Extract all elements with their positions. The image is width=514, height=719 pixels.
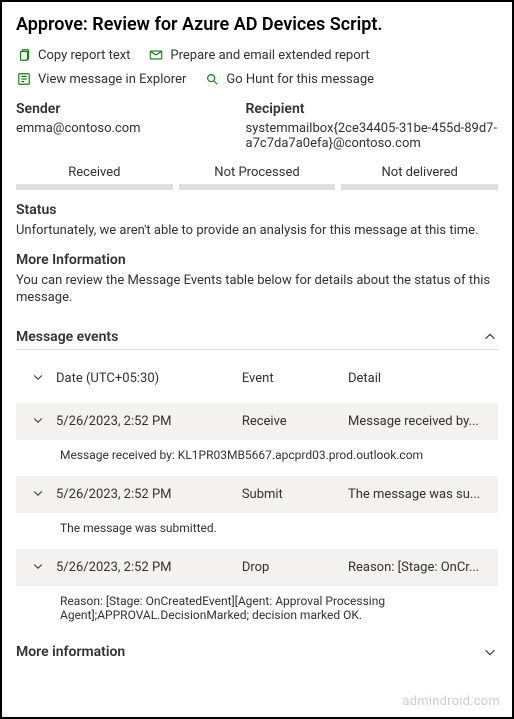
explorer-icon [16, 71, 32, 87]
chevron-down-icon[interactable] [31, 413, 45, 427]
view-explorer-label: View message in Explorer [38, 72, 186, 87]
events-header-row: Date (UTC+05:30) Event Detail [16, 360, 498, 397]
moreinfo-body: You can review the Message Events table … [16, 272, 498, 307]
progress-notprocessed-label: Not Processed [179, 165, 336, 180]
moreinfo-heading: More Information [16, 252, 498, 268]
more-information-toggle[interactable]: More information [16, 644, 498, 660]
progress-notprocessed: Not Processed [179, 165, 336, 190]
go-hunt-action[interactable]: Go Hunt for this message [204, 71, 374, 87]
status-heading: Status [16, 202, 498, 218]
row-event: Receive [242, 414, 348, 429]
row-date: 5/26/2023, 2:52 PM [56, 487, 242, 502]
progress-received-bar [16, 184, 173, 190]
row-detail: Reason: [Stage: OnCr... [348, 560, 494, 575]
progress-notdelivered-label: Not delivered [341, 165, 498, 180]
chevron-down-icon [31, 370, 45, 384]
view-explorer-action[interactable]: View message in Explorer [16, 71, 186, 87]
progress-notdelivered: Not delivered [341, 165, 498, 190]
sender-value: emma@contoso.com [16, 121, 246, 136]
sender-col: Sender emma@contoso.com [16, 101, 246, 151]
watermark: admindroid.com [402, 694, 500, 709]
row-detail-full: Reason: [Stage: OnCreatedEvent][Agent: A… [16, 586, 498, 630]
table-row[interactable]: 5/26/2023, 2:52 PM Submit The message wa… [16, 476, 498, 513]
progress-row: Received Not Processed Not delivered [16, 165, 498, 190]
page-title: Approve: Review for Azure AD Devices Scr… [16, 14, 498, 35]
copy-icon [16, 47, 32, 63]
prepare-email-action[interactable]: Prepare and email extended report [148, 47, 369, 63]
go-hunt-label: Go Hunt for this message [226, 72, 374, 87]
progress-notprocessed-bar [179, 184, 336, 190]
row-detail-full: Message received by: KL1PR03MB5667.apcpr… [16, 440, 498, 470]
row-detail: The message was su... [348, 487, 494, 502]
status-body: Unfortunately, we aren't able to provide… [16, 222, 498, 240]
events-table: Date (UTC+05:30) Event Detail 5/26/2023,… [16, 360, 498, 630]
row-detail: Message received by... [348, 414, 494, 429]
row-event: Drop [242, 560, 348, 575]
header-detail[interactable]: Detail [348, 371, 494, 386]
table-row[interactable]: 5/26/2023, 2:52 PM Drop Reason: [Stage: … [16, 549, 498, 586]
header-date[interactable]: Date (UTC+05:30) [56, 371, 242, 386]
message-events-header[interactable]: Message events [16, 321, 498, 350]
recipient-label: Recipient [246, 101, 498, 117]
progress-received-label: Received [16, 165, 173, 180]
row-event: Submit [242, 487, 348, 502]
row-date: 5/26/2023, 2:52 PM [56, 560, 242, 575]
sender-label: Sender [16, 101, 246, 117]
header-expand-col[interactable] [20, 370, 56, 387]
header-event[interactable]: Event [242, 371, 348, 386]
prepare-email-label: Prepare and email extended report [170, 48, 369, 63]
chevron-up-icon [482, 329, 498, 345]
copy-report-label: Copy report text [38, 48, 130, 63]
recipient-col: Recipient systemmailbox{2ce34405-31be-45… [246, 101, 498, 151]
recipient-value: systemmailbox{2ce34405-31be-455d-89d7-a7… [246, 121, 498, 151]
action-row-2: View message in Explorer Go Hunt for thi… [16, 71, 498, 87]
message-events-title: Message events [16, 329, 118, 345]
copy-report-action[interactable]: Copy report text [16, 47, 130, 63]
row-date: 5/26/2023, 2:52 PM [56, 414, 242, 429]
progress-notdelivered-bar [341, 184, 498, 190]
chevron-down-icon[interactable] [31, 486, 45, 500]
row-detail-full: The message was submitted. [16, 513, 498, 543]
table-row[interactable]: 5/26/2023, 2:52 PM Receive Message recei… [16, 403, 498, 440]
hunt-icon [204, 71, 220, 87]
action-row-1: Copy report text Prepare and email exten… [16, 47, 498, 63]
more-information-label: More information [16, 644, 125, 660]
meta-row: Sender emma@contoso.com Recipient system… [16, 101, 498, 151]
progress-received: Received [16, 165, 173, 190]
chevron-down-icon [482, 644, 498, 660]
chevron-down-icon[interactable] [31, 559, 45, 573]
mail-icon [148, 47, 164, 63]
